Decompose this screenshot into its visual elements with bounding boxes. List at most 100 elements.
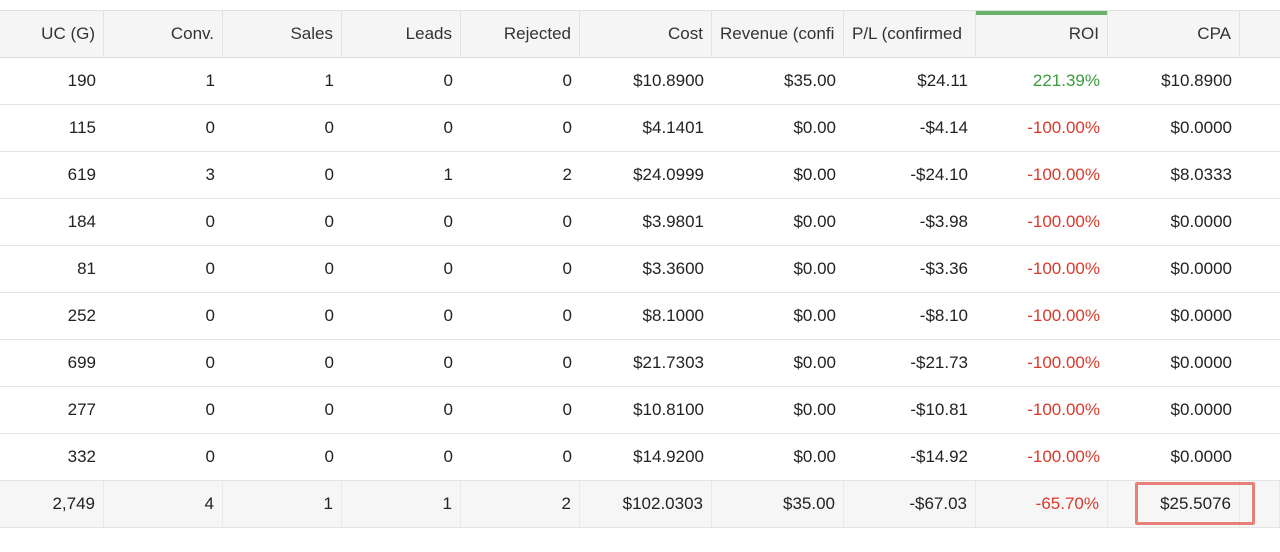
cell-cpa: $8.0333 [1170, 165, 1232, 184]
cell-uc: 332 [67, 447, 96, 466]
cell-leads: 0 [443, 259, 453, 278]
cell-roi: -100.00% [1027, 447, 1100, 466]
total-cpa: $25.5076 [1108, 481, 1240, 527]
cell-rejected: 0 [562, 118, 572, 137]
cell-cost: $10.8900 [633, 71, 704, 90]
cell-revenue: $0.00 [793, 306, 836, 325]
cell-cost: $8.1000 [642, 306, 704, 325]
row-spacer [1240, 293, 1280, 339]
cell-conv: 0 [205, 118, 215, 137]
cell-roi: -100.00% [1027, 259, 1100, 278]
cell-uc: 619 [67, 165, 96, 184]
cell-conv: 0 [205, 353, 215, 372]
cell-revenue: $0.00 [793, 212, 836, 231]
cell-sales: 0 [324, 306, 334, 325]
cell-pl: -$24.10 [910, 165, 968, 184]
cell-conv: 1 [205, 71, 215, 90]
cell-cpa: $10.8900 [1161, 71, 1232, 90]
cell-revenue: $0.00 [793, 400, 836, 419]
cell-rejected: 0 [562, 71, 572, 90]
cell-revenue: $0.00 [793, 118, 836, 137]
cell-rejected: 0 [562, 447, 572, 466]
cell-rejected: 0 [562, 306, 572, 325]
cell-leads: 0 [443, 400, 453, 419]
report-table: UC (G) Conv. Sales Leads Rejected Cost R… [0, 10, 1280, 528]
cell-cost: $24.0999 [633, 165, 704, 184]
total-roi: -65.70% [976, 481, 1108, 527]
cell-pl: -$21.73 [910, 353, 968, 372]
cell-conv: 0 [205, 400, 215, 419]
row-spacer [1240, 199, 1280, 245]
cell-roi: -100.00% [1027, 306, 1100, 325]
cell-uc: 699 [67, 353, 96, 372]
cell-conv: 0 [205, 447, 215, 466]
cell-conv: 0 [205, 259, 215, 278]
cell-pl: -$4.14 [919, 118, 968, 137]
table-header: UC (G) Conv. Sales Leads Rejected Cost R… [0, 10, 1280, 58]
cell-sales: 0 [324, 259, 334, 278]
cell-rejected: 0 [562, 353, 572, 372]
col-header-pl[interactable]: P/L (confirmed [844, 11, 976, 57]
cell-pl: -$14.92 [910, 447, 968, 466]
table-row[interactable]: 252 0 0 0 0 $8.1000 $0.00 -$8.10 -100.00% $0.0000 [0, 293, 1280, 340]
cell-revenue: $0.00 [793, 353, 836, 372]
table-row[interactable]: 699 0 0 0 0 $21.7303 $0.00 -$21.73 -100.00% $0.00… [0, 340, 1280, 387]
cell-cost: $3.9801 [642, 212, 704, 231]
cell-revenue: $0.00 [793, 447, 836, 466]
col-header-conv[interactable]: Conv. [104, 11, 223, 57]
row-spacer [1240, 58, 1280, 104]
table-row[interactable]: 619 3 0 1 2 $24.0999 $0.00 -$24.10 -100.00% $8.03… [0, 152, 1280, 199]
cell-rejected: 0 [562, 212, 572, 231]
col-header-cost[interactable]: Cost [580, 11, 712, 57]
cell-conv: 0 [205, 212, 215, 231]
totals-row: 2,749 4 1 1 2 $102.0303 $35.00 -$67.03 -… [0, 481, 1280, 528]
header-spacer [1240, 11, 1280, 57]
cell-leads: 0 [443, 71, 453, 90]
table-row[interactable]: 277 0 0 0 0 $10.8100 $0.00 -$10.81 -100.00% $0.00… [0, 387, 1280, 434]
cell-cpa: $0.0000 [1170, 259, 1232, 278]
total-uc: 2,749 [0, 481, 104, 527]
col-header-revenue[interactable]: Revenue (confi [712, 11, 844, 57]
total-leads: 1 [342, 481, 461, 527]
col-header-leads[interactable]: Leads [342, 11, 461, 57]
table-row[interactable]: 115 0 0 0 0 $4.1401 $0.00 -$4.14 -100.00% $0.0000 [0, 105, 1280, 152]
cell-cpa: $0.0000 [1170, 118, 1232, 137]
cell-cpa: $0.0000 [1170, 212, 1232, 231]
col-header-rejected[interactable]: Rejected [461, 11, 580, 57]
cell-sales: 0 [324, 447, 334, 466]
cell-revenue: $0.00 [793, 259, 836, 278]
cell-uc: 184 [67, 212, 96, 231]
col-header-uc[interactable]: UC (G) [0, 11, 104, 57]
cell-sales: 0 [324, 165, 334, 184]
table-row[interactable]: 332 0 0 0 0 $14.9200 $0.00 -$14.92 -100.00% $0.00… [0, 434, 1280, 481]
total-revenue: $35.00 [712, 481, 844, 527]
cell-rejected: 0 [562, 259, 572, 278]
cell-roi: -100.00% [1027, 118, 1100, 137]
cell-leads: 0 [443, 353, 453, 372]
cell-revenue: $35.00 [784, 71, 836, 90]
col-header-roi[interactable]: ROI [976, 11, 1108, 57]
cell-roi: -100.00% [1027, 212, 1100, 231]
cell-leads: 0 [443, 447, 453, 466]
cell-cost: $10.8100 [633, 400, 704, 419]
row-spacer [1240, 105, 1280, 151]
col-header-sales[interactable]: Sales [223, 11, 342, 57]
cell-cpa: $0.0000 [1170, 447, 1232, 466]
cell-cost: $14.9200 [633, 447, 704, 466]
cell-roi: -100.00% [1027, 165, 1100, 184]
cell-cpa: $0.0000 [1170, 400, 1232, 419]
cell-cost: $21.7303 [633, 353, 704, 372]
cell-pl: -$3.98 [919, 212, 968, 231]
cell-pl: -$10.81 [910, 400, 968, 419]
col-header-cpa[interactable]: CPA [1108, 11, 1240, 57]
cell-rejected: 2 [562, 165, 572, 184]
table-row[interactable]: 81 0 0 0 0 $3.3600 $0.00 -$3.36 -100.00% $0.0000 [0, 246, 1280, 293]
cell-sales: 0 [324, 118, 334, 137]
cell-conv: 0 [205, 306, 215, 325]
cell-cpa: $0.0000 [1170, 306, 1232, 325]
table-row[interactable]: 184 0 0 0 0 $3.9801 $0.00 -$3.98 -100.00% $0.0000 [0, 199, 1280, 246]
cell-leads: 0 [443, 306, 453, 325]
cell-leads: 0 [443, 118, 453, 137]
table-row[interactable]: 190 1 1 0 0 $10.8900 $35.00 $24.11 221.39% $10.89… [0, 58, 1280, 105]
cell-leads: 0 [443, 212, 453, 231]
